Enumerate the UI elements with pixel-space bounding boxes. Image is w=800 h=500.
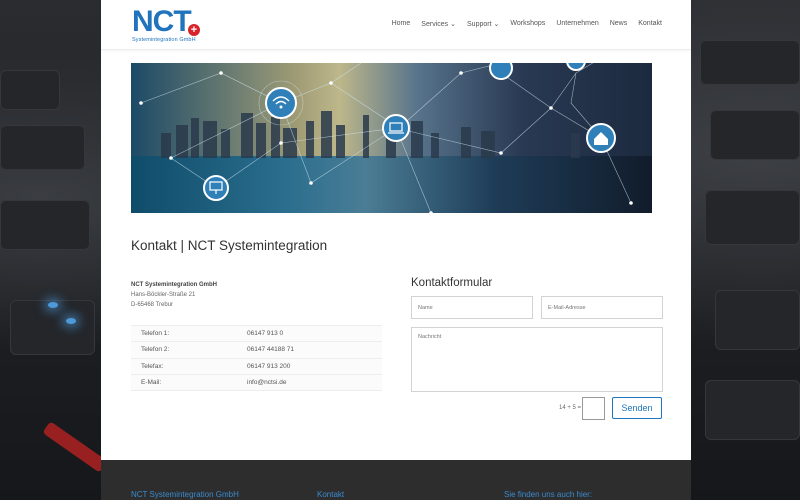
keyboard-key (0, 125, 85, 170)
contact-label: Telefon 1: (131, 324, 247, 343)
nav-item-support[interactable]: Support ⌄ (467, 20, 499, 28)
table-row: Telefon 1: 06147 913 0 (131, 324, 382, 343)
keyboard-key (705, 190, 800, 245)
footer-heading-social: Sie finden uns auch hier: (504, 490, 593, 499)
logo-mark: NCT (132, 5, 192, 38)
nav-item-home[interactable]: Home (392, 20, 411, 28)
nav-item-kontakt[interactable]: Kontakt (638, 20, 662, 28)
decorative-red-stripe (42, 421, 108, 473)
keyboard-key (705, 380, 800, 440)
email-link[interactable]: info@nctsi.de (247, 374, 382, 392)
hero-banner-image (131, 63, 652, 213)
contact-label: Telefax: (131, 358, 247, 375)
contact-form-title: Kontaktformular (411, 277, 493, 289)
contact-value: 06147 913 0 (247, 324, 382, 343)
chevron-down-icon: ⌄ (450, 21, 457, 28)
contact-value: 06147 44188 71 (247, 341, 382, 359)
street: Hans-Böckler-Straße 21 (131, 292, 196, 298)
keyboard-key (0, 200, 90, 250)
captcha-input[interactable] (582, 397, 605, 420)
city: D-65468 Trebur (131, 302, 174, 308)
nav-item-unternehmen[interactable]: Unternehmen (556, 20, 598, 28)
logo-plus-icon: + (188, 24, 200, 36)
contact-details-table: Telefon 1: 06147 913 0 Telefon 2: 06147 … (131, 324, 382, 392)
keyboard-key (715, 290, 800, 350)
send-button[interactable]: Senden (612, 397, 662, 419)
keyboard-led (48, 302, 58, 308)
name-input[interactable] (411, 296, 533, 319)
footer-heading-company: NCT Systemintegration GmbH (131, 490, 239, 499)
keyboard-key (710, 110, 800, 160)
nav-item-services[interactable]: Services ⌄ (421, 20, 456, 28)
page-title: Kontakt | NCT Systemintegration (131, 238, 328, 253)
company-address: NCT Systemintegration GmbH Hans-Böckler-… (131, 280, 217, 310)
site-logo[interactable]: NCT + Systemintegration GmbH (132, 5, 200, 43)
keyboard-led (66, 318, 76, 324)
contact-label: E-Mail: (131, 374, 247, 392)
nav-item-workshops[interactable]: Workshops (510, 20, 545, 28)
table-row: Telefax: 06147 913 200 (131, 358, 382, 375)
captcha-question: 14 + 5 = (559, 405, 582, 411)
keyboard-key (10, 300, 95, 355)
chevron-down-icon: ⌄ (493, 21, 500, 28)
page-container: NCT + Systemintegration GmbH Home Servic… (101, 0, 691, 500)
email-input[interactable] (541, 296, 663, 319)
message-textarea[interactable] (411, 327, 663, 392)
nav-item-news[interactable]: News (610, 20, 628, 28)
table-row: Telefon 2: 06147 44188 71 (131, 341, 382, 359)
logo-subtitle: Systemintegration GmbH (132, 37, 196, 43)
site-footer: NCT Systemintegration GmbH Kontakt Sie f… (101, 460, 691, 500)
site-header: NCT + Systemintegration GmbH Home Servic… (101, 0, 691, 50)
contact-label: Telefon 2: (131, 341, 247, 359)
table-row: E-Mail: info@nctsi.de (131, 374, 382, 392)
network-city-illustration (139, 63, 633, 213)
contact-value: 06147 913 200 (247, 358, 382, 375)
footer-heading-contact: Kontakt (317, 490, 345, 499)
company-name: NCT Systemintegration GmbH (131, 282, 218, 288)
main-nav: Home Services ⌄ Support ⌄ Workshops Untern… (392, 20, 662, 28)
keyboard-key (700, 40, 800, 85)
keyboard-key (0, 70, 60, 110)
